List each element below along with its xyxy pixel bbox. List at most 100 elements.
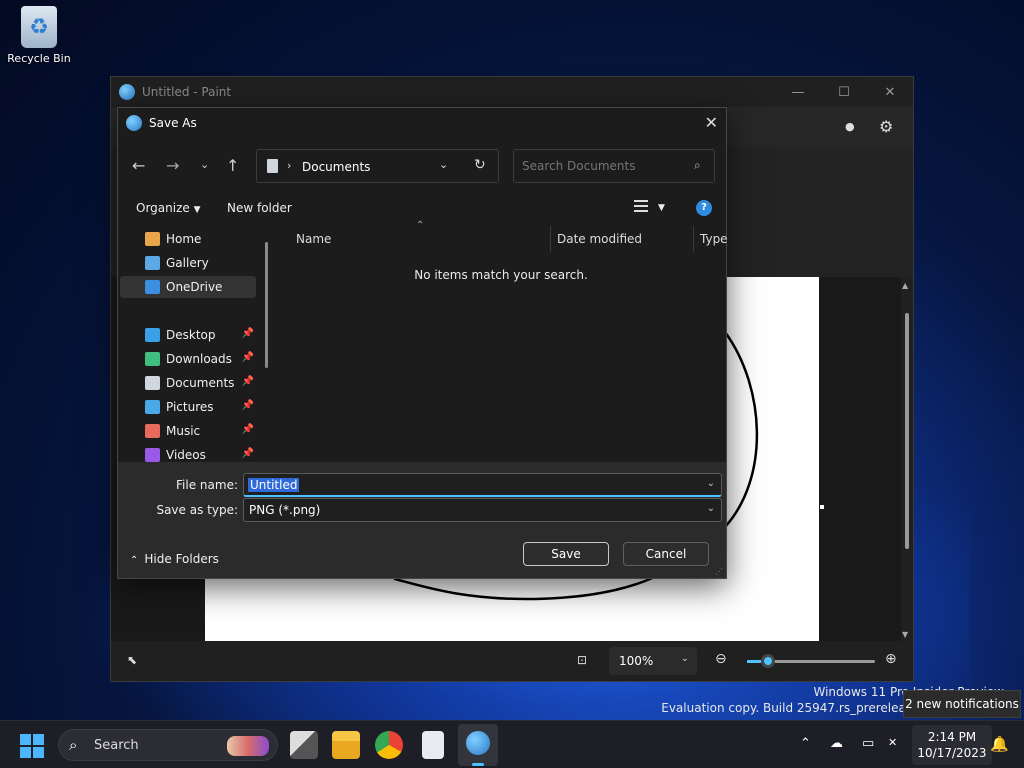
column-separator[interactable] [693,226,694,252]
canvas-vertical-scrollbar[interactable]: ▲ ▼ [901,277,913,641]
file-name-dropdown-icon[interactable]: ⌄ [707,478,715,489]
nav-item-home[interactable]: Home [120,228,256,250]
file-name-value[interactable]: Untitled [248,478,300,492]
save-button[interactable]: Save [523,542,609,566]
desktop-icon-recycle-bin[interactable]: ♻ Recycle Bin [6,6,72,65]
up-arrow-icon[interactable]: ↑ [226,156,239,175]
navigation-pane-scrollbar[interactable] [265,242,268,368]
column-header-type[interactable]: Type [700,232,728,246]
zoom-in-icon[interactable]: ⊕ [885,651,897,667]
nav-item-gallery[interactable]: Gallery [120,252,256,274]
file-explorer-icon[interactable] [332,731,360,759]
breadcrumb-separator-icon[interactable]: › [287,159,291,172]
back-arrow-icon[interactable]: ← [132,156,145,175]
account-icon[interactable]: ● [845,120,855,133]
dialog-close-icon[interactable]: ✕ [705,113,718,132]
save-as-type-dropdown-icon[interactable]: ⌄ [707,503,715,514]
pointer-icon: ⬉ [127,653,138,667]
save-as-type-select[interactable]: PNG (*.png) ⌄ [243,498,722,522]
address-path[interactable]: Documents [302,160,370,174]
address-bar[interactable]: › Documents ⌄ ↻ [256,149,499,183]
onedrive-status-icon[interactable]: ☁ [830,736,843,751]
onedrive-icon [145,280,160,294]
zoom-value: 100% [619,654,654,668]
clock-time: 2:14 PM [927,730,977,744]
notification-bell-icon[interactable]: 🔔 [990,735,1009,753]
resize-grip-icon[interactable]: ⋰ [715,567,723,576]
chevron-up-icon: ⌃ [130,555,139,566]
nav-item-label: Documents [166,376,235,390]
chevron-down-icon: ⌄ [680,653,689,664]
hide-folders-button[interactable]: ⌃ Hide Folders [130,552,219,566]
scroll-up-icon[interactable]: ▲ [902,281,908,290]
recent-locations-chevron-icon[interactable]: ⌄ [200,158,209,171]
canvas-resize-handle[interactable] [820,505,824,509]
nav-item-label: Gallery [166,256,209,270]
paint-title: Untitled - Paint [142,85,232,99]
nav-item-label: Music [166,424,201,438]
new-folder-button[interactable]: New folder [227,201,292,215]
pin-icon[interactable]: 📌 [242,376,254,387]
column-separator[interactable] [550,226,551,252]
taskbar-clock[interactable]: 2:14 PM 10/17/2023 [912,725,992,765]
chrome-browser-icon[interactable] [375,731,403,759]
hide-folders-label: Hide Folders [144,552,219,566]
network-icon[interactable]: ▭ [862,736,874,751]
search-documents-input[interactable] [513,149,715,183]
nav-item-music[interactable]: Music 📌 [120,420,256,442]
notepad-icon[interactable] [422,731,444,759]
nav-item-downloads[interactable]: Downloads 📌 [120,348,256,370]
address-dropdown-icon[interactable]: ⌄ [439,158,448,171]
nav-item-pictures[interactable]: Pictures 📌 [120,396,256,418]
home-icon [145,232,160,246]
nav-item-desktop[interactable]: Desktop 📌 [120,324,256,346]
maximize-icon[interactable]: ☐ [821,77,867,107]
zoom-out-icon[interactable]: ⊖ [715,651,727,667]
organize-button[interactable]: Organize ▼ [136,201,201,215]
dialog-nav-row: ← → ⌄ ↑ › Documents ⌄ ↻ ⌕ [118,148,726,184]
dialog-titlebar[interactable]: Save As [118,108,726,138]
task-view-icon[interactable] [290,731,318,759]
zoom-dropdown[interactable]: 100% ⌄ [609,647,697,675]
column-header-name[interactable]: Name [296,232,331,246]
pin-icon[interactable]: 📌 [242,448,254,459]
zoom-slider[interactable] [747,654,875,668]
help-icon[interactable]: ? [696,200,712,216]
music-icon [145,424,160,438]
close-icon[interactable]: ✕ [867,77,913,107]
settings-gear-icon[interactable]: ⚙ [879,117,893,136]
scroll-thumb[interactable] [905,313,909,549]
paint-app-icon [126,115,142,131]
pin-icon[interactable]: 📌 [242,400,254,411]
save-as-type-value: PNG (*.png) [249,503,321,517]
notification-toast[interactable]: 2 new notifications [903,690,1021,718]
cancel-button[interactable]: Cancel [623,542,709,566]
pin-icon[interactable]: 📌 [242,424,254,435]
pin-icon[interactable]: 📌 [242,352,254,363]
nav-item-onedrive[interactable]: OneDrive [120,276,256,298]
recycle-bin-icon: ♻ [21,6,57,48]
show-hidden-icons-chevron-icon[interactable]: ⌃ [800,736,811,751]
save-options-pane: File name: Untitled ⌄ Save as type: PNG … [118,462,726,578]
view-dropdown-icon[interactable]: ▼ [658,203,665,213]
fit-to-window-icon[interactable]: ⊡ [577,653,587,667]
taskbar-paint-button[interactable] [458,724,498,766]
minimize-icon[interactable]: — [775,77,821,107]
search-icon: ⌕ [694,158,701,172]
pin-icon[interactable]: 📌 [242,328,254,339]
file-name-field[interactable]: Untitled ⌄ [243,473,722,497]
taskbar-search-box[interactable]: ⌕ Search [58,729,278,761]
column-header-date-modified[interactable]: Date modified [557,232,642,246]
start-button-windows-icon[interactable] [20,734,44,758]
zoom-slider-knob[interactable] [761,654,775,668]
paint-window-controls: — ☐ ✕ [775,77,913,107]
scroll-down-icon[interactable]: ▼ [902,630,908,639]
refresh-icon[interactable]: ↻ [474,157,486,173]
volume-muted-icon[interactable]: ✕ [888,736,897,749]
nav-item-documents[interactable]: Documents 📌 [120,372,256,394]
documents-icon [145,376,160,390]
empty-folder-message: No items match your search. [414,268,588,282]
downloads-icon [145,352,160,366]
forward-arrow-icon[interactable]: → [166,156,179,175]
view-options-icon[interactable] [634,200,648,212]
